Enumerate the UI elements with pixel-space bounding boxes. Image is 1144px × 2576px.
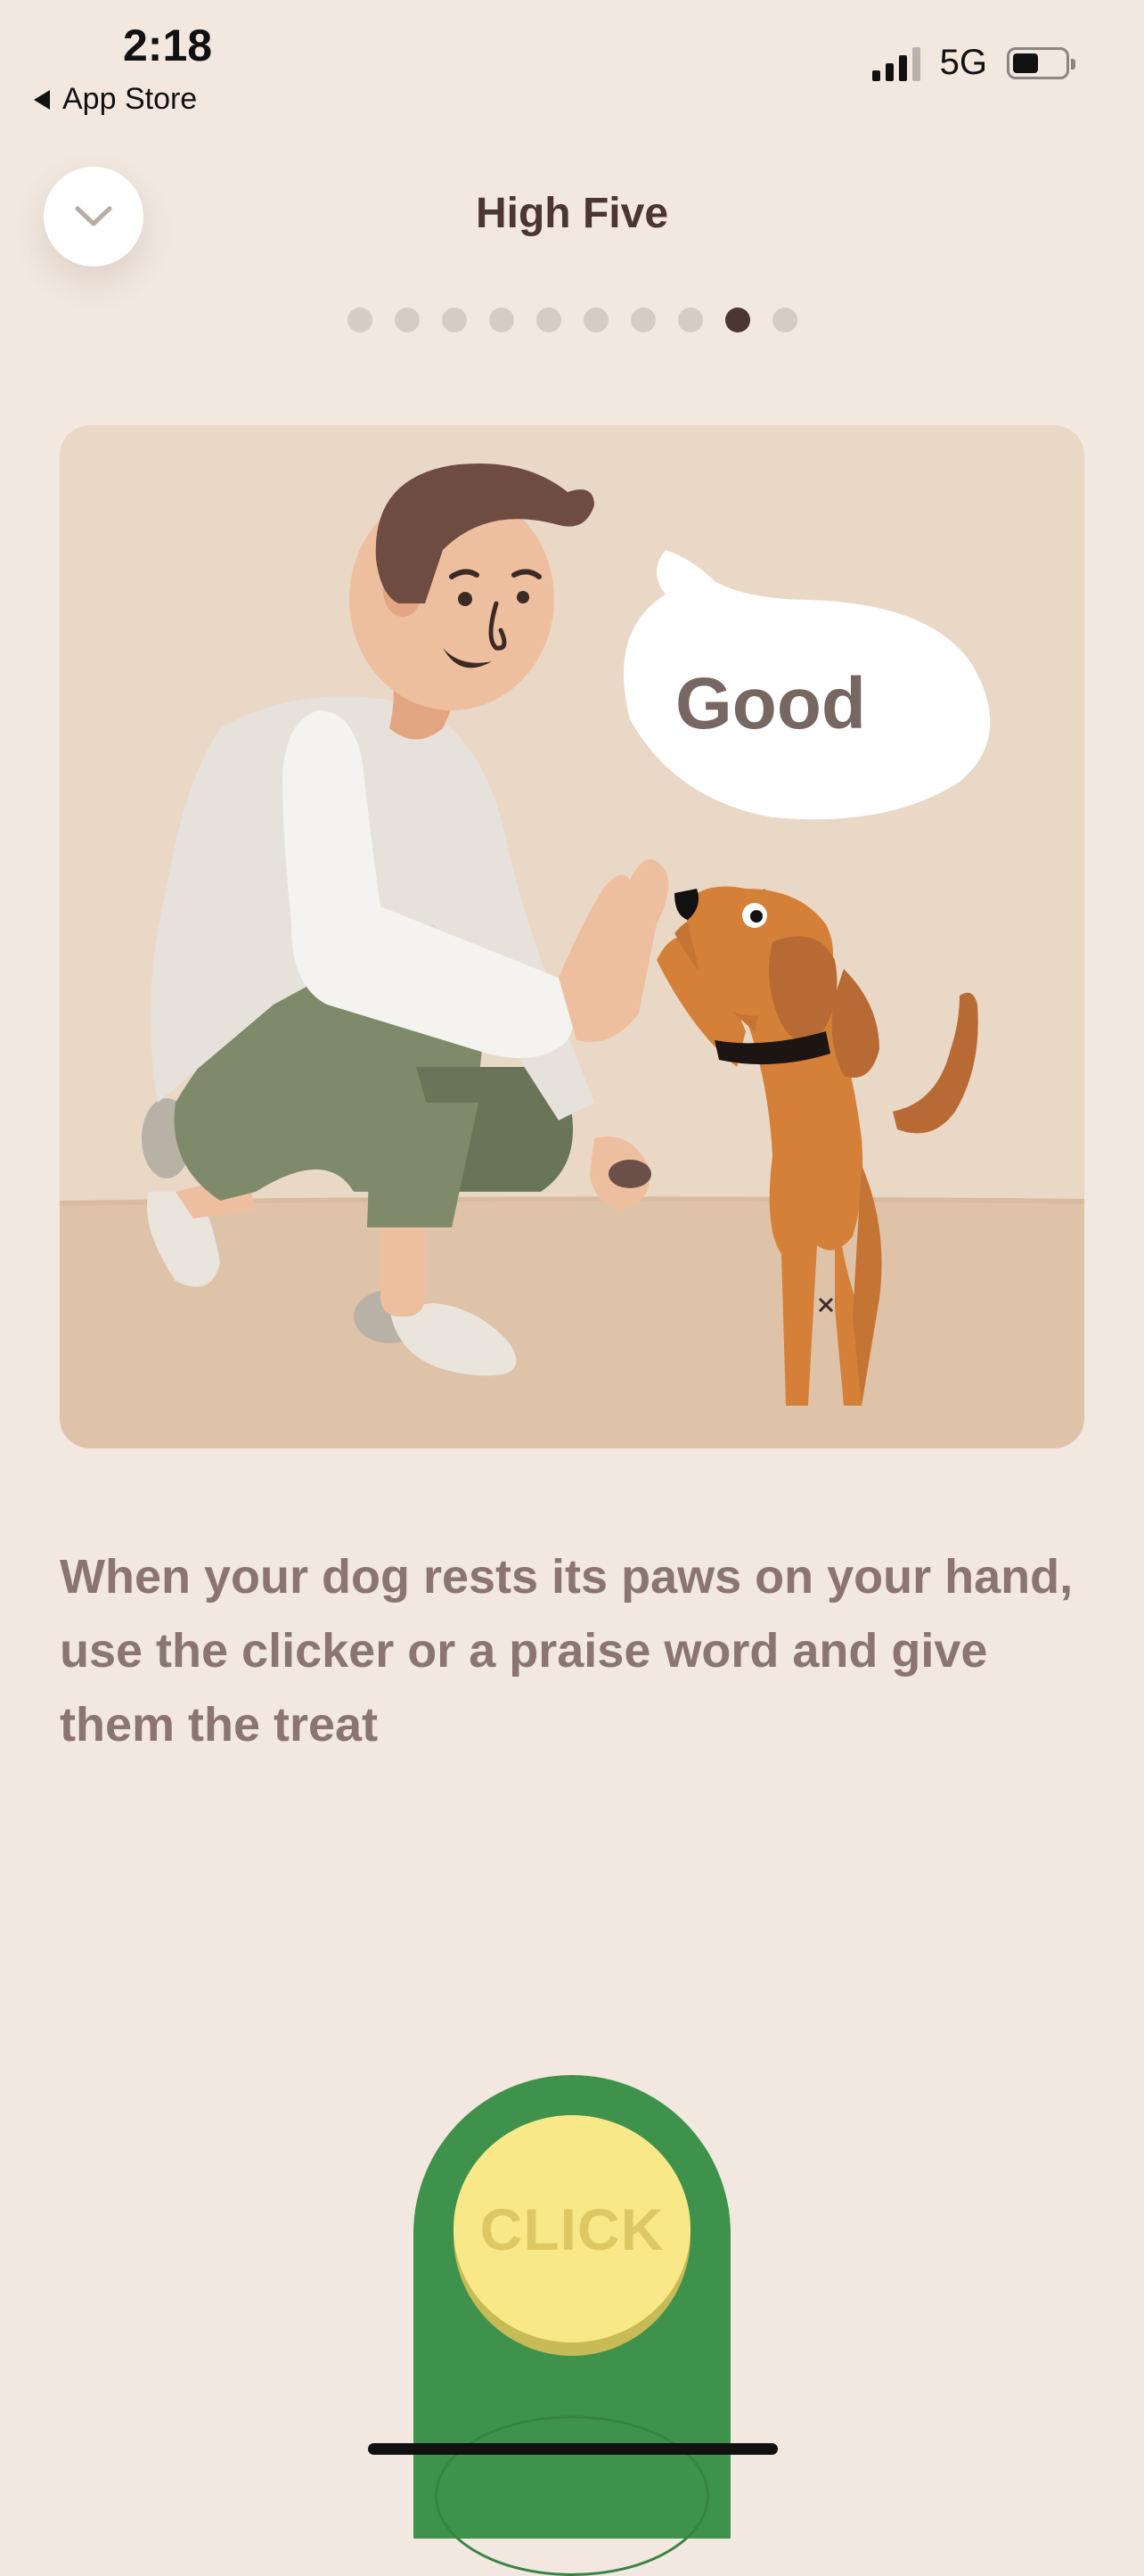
pagination-dot[interactable]	[441, 308, 467, 332]
trick-illustration: Good	[60, 425, 1084, 1448]
pagination-dot[interactable]	[772, 308, 797, 332]
pagination-dot[interactable]	[488, 308, 514, 332]
pagination-dots	[0, 308, 1144, 332]
back-to-app-store[interactable]: App Store	[34, 82, 197, 117]
clicker: CLICK	[413, 2075, 731, 2576]
speech-bubble-text: Good	[675, 663, 866, 744]
cellular-signal-icon	[871, 45, 920, 81]
step-description: When your dog rests its paws on your han…	[60, 1550, 1074, 1752]
click-button[interactable]: CLICK	[454, 2115, 690, 2356]
pagination-dot[interactable]	[535, 308, 561, 332]
back-app-label: App Store	[62, 82, 198, 116]
click-label: CLICK	[479, 2195, 665, 2262]
page-title: High Five	[475, 190, 669, 237]
battery-icon	[1007, 46, 1075, 79]
pagination-dot[interactable]	[630, 308, 656, 332]
clicker-lower-ring	[435, 2416, 709, 2576]
pagination-dot-active[interactable]	[724, 308, 750, 332]
status-indicators: 5G	[871, 43, 1075, 83]
home-indicator	[368, 2443, 778, 2455]
back-arrow-icon	[34, 89, 50, 110]
pagination-dot[interactable]	[677, 308, 703, 332]
pagination-dot[interactable]	[583, 308, 609, 332]
network-type: 5G	[939, 43, 987, 82]
click-button-face: CLICK	[454, 2115, 690, 2342]
pagination-dot[interactable]	[347, 308, 372, 332]
status-time: 2:18	[123, 21, 213, 70]
pagination-dot[interactable]	[394, 308, 420, 332]
